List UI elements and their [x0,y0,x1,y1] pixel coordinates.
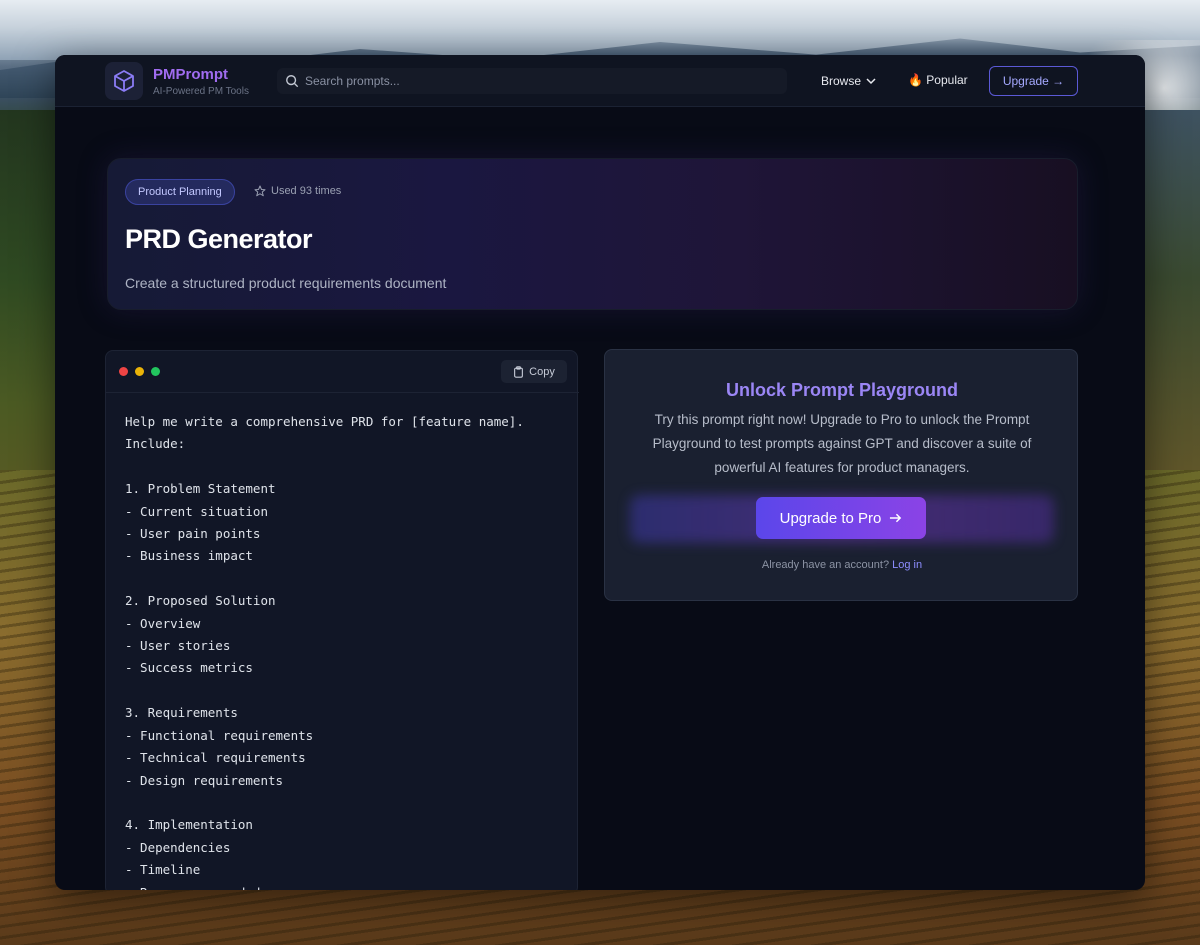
window-dot-yellow [135,367,144,376]
page-description: Create a structured product requirements… [125,275,447,291]
star-icon [254,185,266,197]
popular-label: Popular [926,73,968,87]
copy-button[interactable]: Copy [501,360,567,383]
background-trees [0,110,60,530]
usage-count: Used 93 times [254,185,341,197]
upgrade-card-body: Try this prompt right now! Upgrade to Pr… [652,412,1032,475]
login-link[interactable]: Log in [892,559,922,571]
clipboard-icon [514,365,524,378]
copy-label: Copy [529,365,555,378]
prompt-text[interactable]: Help me write a comprehensive PRD for [f… [125,411,565,890]
page-title: PRD Generator [125,224,313,254]
upgrade-button[interactable]: Upgrade → [989,66,1078,96]
upgrade-card: Unlock Prompt Playground Try this prompt… [604,349,1078,601]
upgrade-to-pro-label: Upgrade to Pro [779,509,882,527]
logo[interactable] [105,62,143,100]
upgrade-card-title: Unlock Prompt Playground [725,380,959,400]
arrow-right-icon [890,513,902,523]
prompt-header: Product Planning Used 93 times PRD Gener… [107,158,1078,310]
background-hill-right [1140,110,1200,530]
cube-icon [114,70,134,92]
category-badge[interactable]: Product Planning [125,179,235,205]
top-nav: PMPrompt AI-Powered PM Tools Search prom… [55,55,1145,107]
upgrade-to-pro-button[interactable]: Upgrade to Pro [756,497,926,539]
app-window: PMPrompt AI-Powered PM Tools Search prom… [55,55,1145,890]
usage-label: Used 93 times [271,185,342,197]
chevron-down-icon[interactable] [866,77,876,85]
window-dot-red [119,367,128,376]
search-placeholder: Search prompts... [305,74,400,88]
brand-name[interactable]: PMPrompt [153,66,228,83]
search-input[interactable]: Search prompts... [277,68,787,94]
window-dot-green [151,367,160,376]
editor-toolbar: Copy [106,351,579,393]
popular-link[interactable]: 🔥 Popular [908,73,968,87]
account-text: Already have an account? [761,559,890,571]
browse-menu[interactable]: Browse [821,74,861,88]
fire-icon: 🔥 [908,73,923,87]
prompt-editor: Copy Help me write a comprehensive PRD f… [105,350,579,890]
brand-tagline: AI-Powered PM Tools [153,86,249,97]
login-prompt: Already have an account? Log in [605,559,1079,571]
search-icon [286,75,299,88]
